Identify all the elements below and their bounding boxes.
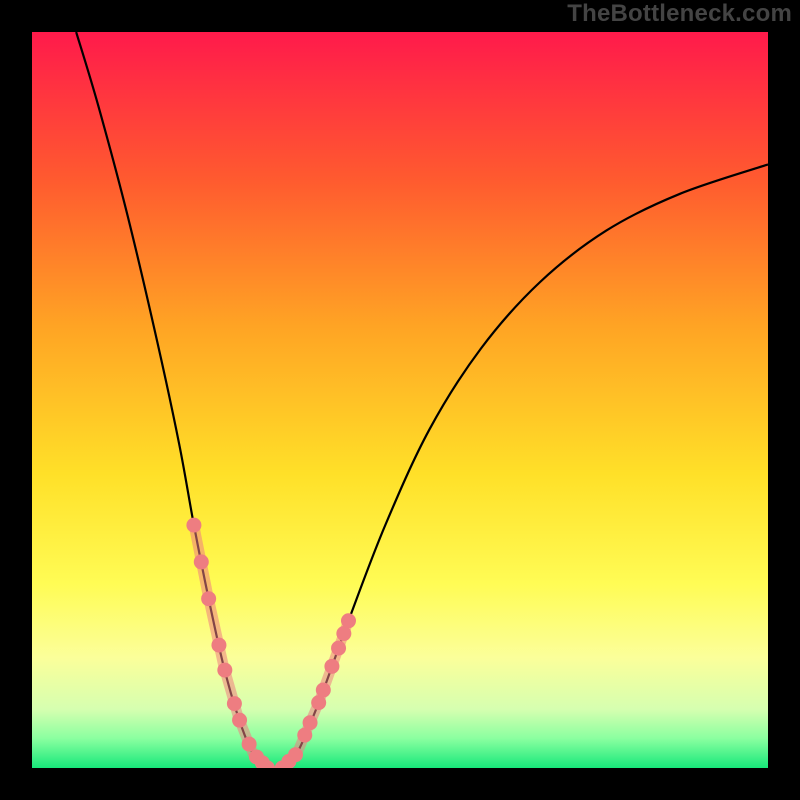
- gradient-bg: [32, 32, 768, 768]
- highlight-dot: [331, 641, 346, 656]
- plot-area: [32, 32, 768, 768]
- highlight-dot: [336, 626, 351, 641]
- highlight-dot: [232, 713, 247, 728]
- highlight-dot: [242, 737, 257, 752]
- highlight-dot: [227, 696, 242, 711]
- highlight-dot: [186, 518, 201, 533]
- highlight-dot: [217, 663, 232, 678]
- highlight-dot: [303, 715, 318, 730]
- highlight-dot: [201, 591, 216, 606]
- highlight-dot: [211, 638, 226, 653]
- highlight-dot: [316, 683, 331, 698]
- watermark-text: TheBottleneck.com: [567, 0, 792, 28]
- highlight-dot: [341, 613, 356, 628]
- highlight-dot: [288, 747, 303, 762]
- highlight-dot: [324, 659, 339, 674]
- chart-svg: [32, 32, 768, 768]
- highlight-dot: [194, 554, 209, 569]
- chart-frame: TheBottleneck.com: [0, 0, 800, 800]
